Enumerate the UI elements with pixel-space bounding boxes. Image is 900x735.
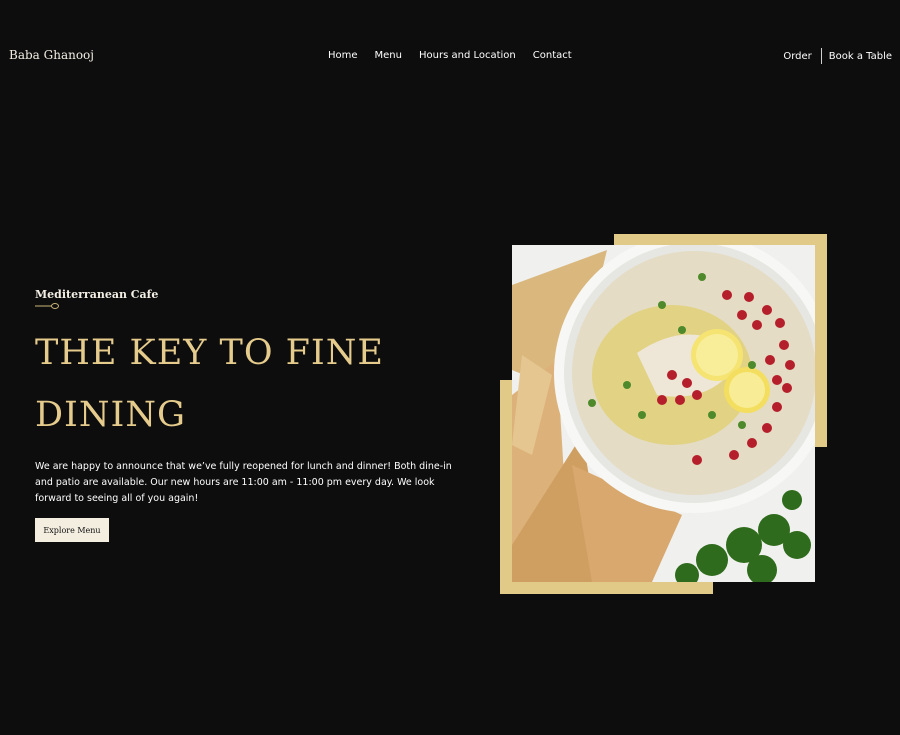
brand-logo[interactable]: Baba Ghanooj: [9, 48, 94, 62]
book-table-link[interactable]: Book a Table: [829, 51, 892, 62]
hero-eyebrow: Mediterranean Cafe: [35, 288, 159, 301]
nav-contact[interactable]: Contact: [533, 50, 572, 61]
explore-menu-button[interactable]: Explore Menu: [35, 518, 109, 542]
nav-menu[interactable]: Menu: [375, 50, 402, 61]
spoon-icon: [35, 303, 59, 309]
nav-home[interactable]: Home: [328, 50, 358, 61]
hero-headline: THE KEY TO FINE DINING: [35, 333, 384, 435]
actions-divider: [820, 48, 822, 64]
nav-hours-location[interactable]: Hours and Location: [419, 50, 516, 61]
hero-intro: We are happy to announce that we’ve full…: [35, 461, 452, 504]
main-nav: Home Menu Hours and Location Contact: [328, 50, 589, 61]
header-actions: Order Book a Table: [783, 48, 892, 64]
hummus-dish-image: [512, 245, 815, 582]
order-link[interactable]: Order: [783, 51, 811, 62]
